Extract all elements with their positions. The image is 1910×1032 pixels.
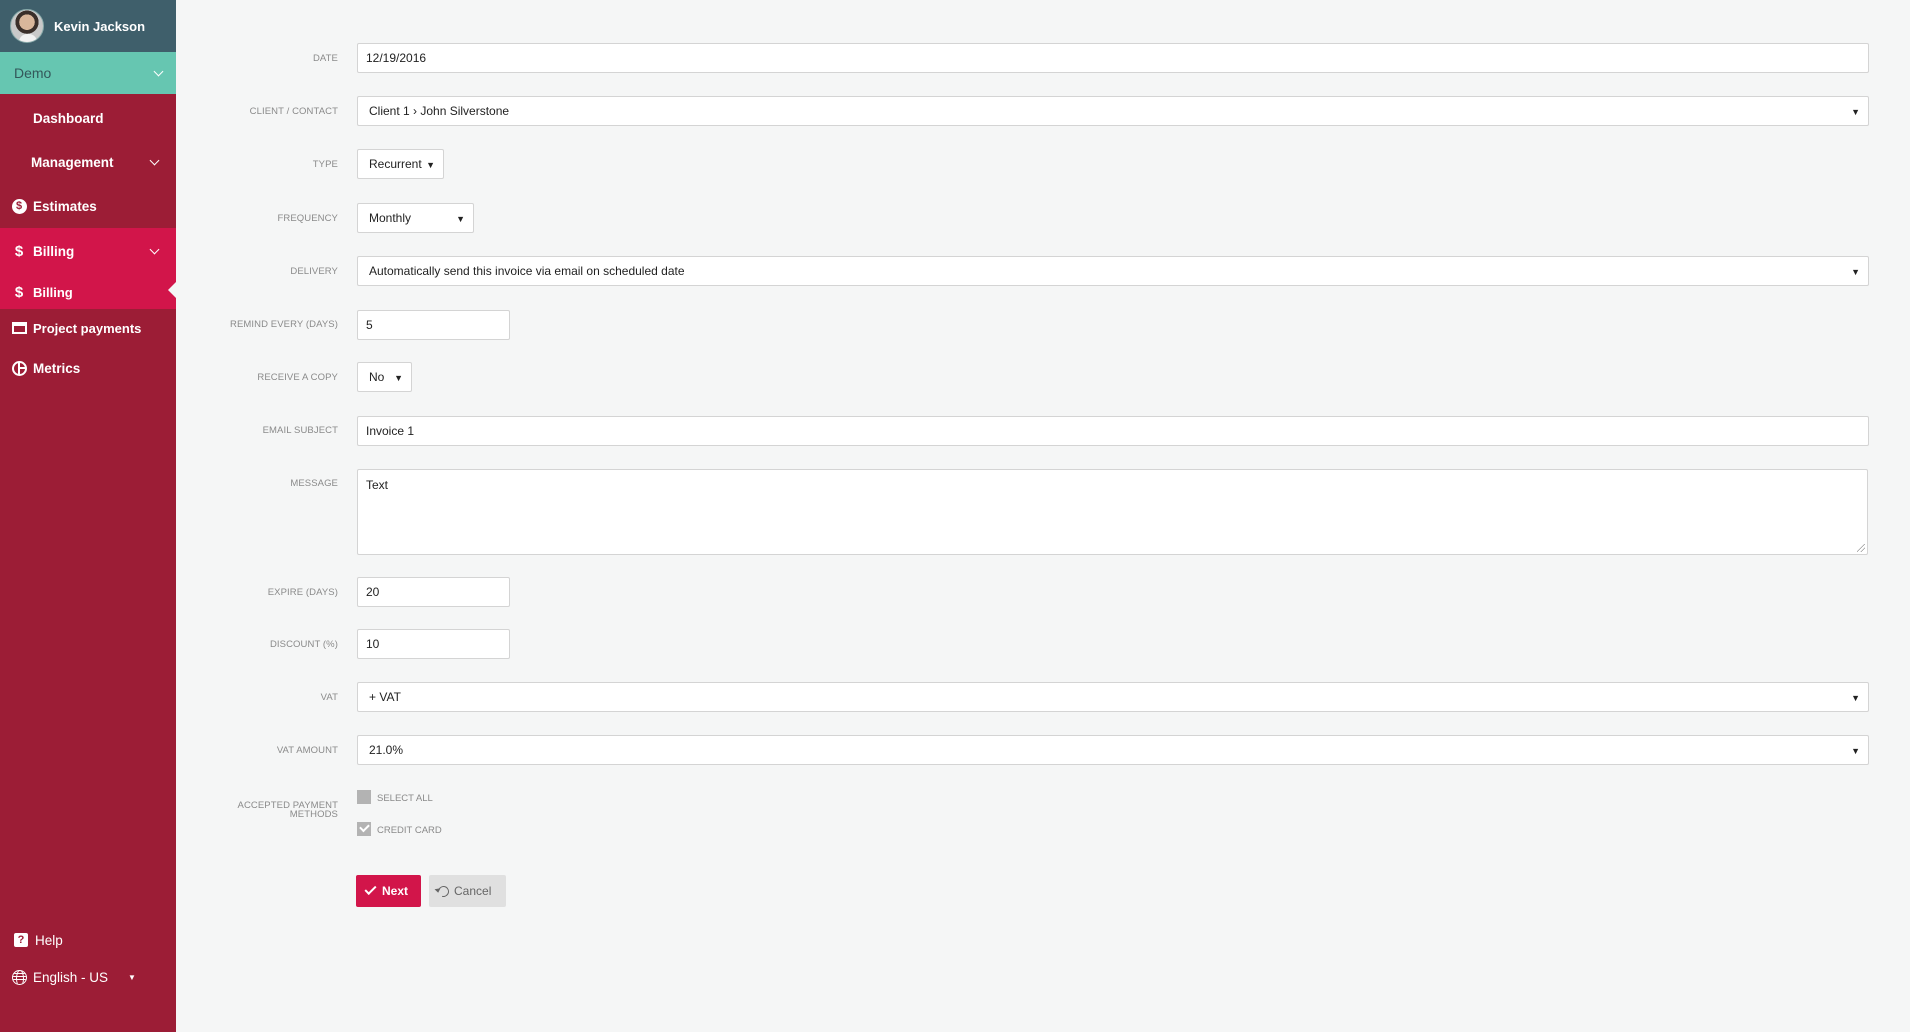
caret-down-icon: ▼ (456, 214, 465, 224)
undo-icon (435, 883, 452, 899)
vat-label: VAT (320, 692, 338, 703)
active-indicator (168, 282, 176, 298)
sidebar-item-label: Billing (33, 243, 75, 259)
remind-label: REMIND EVERY (DAYS) (229, 319, 338, 330)
chevron-down-icon (153, 66, 164, 76)
date-input[interactable]: 12/19/2016 (357, 43, 1869, 73)
type-label: TYPE (312, 159, 338, 170)
sidebar-item-label: Billing (33, 284, 73, 300)
caret-down-icon: ▼ (1851, 693, 1860, 703)
vat-select[interactable]: + VAT ▼ (357, 682, 1869, 712)
email-subject-input[interactable]: Invoice 1 (357, 416, 1869, 446)
sidebar-subitem-billing[interactable]: $ Billing (0, 280, 176, 304)
frequency-label: FREQUENCY (277, 213, 338, 224)
select-all-label[interactable]: SELECT ALL (377, 793, 433, 804)
avatar (10, 9, 44, 43)
sidebar-item-management[interactable]: Management (0, 150, 176, 174)
sidebar-item-metrics[interactable]: Metrics (0, 356, 176, 380)
dashboard-icon (11, 110, 27, 126)
payment-methods-label-2: METHODS (289, 809, 338, 820)
sidebar-item-estimates[interactable]: $ Estimates (0, 194, 176, 218)
sidebar-item-project-payments[interactable]: Project payments (0, 316, 176, 340)
sidebar-item-label: Estimates (33, 198, 97, 214)
delivery-select[interactable]: Automatically send this invoice via emai… (357, 256, 1869, 286)
resize-handle-icon[interactable] (1857, 544, 1865, 552)
dollar-icon: $ (14, 242, 24, 260)
expire-label: EXPIRE (DAYS) (267, 587, 338, 598)
workspace-selector[interactable]: Demo (0, 52, 176, 94)
caret-down-icon: ▼ (1851, 746, 1860, 756)
sidebar-item-label: Dashboard (33, 110, 104, 126)
caret-down-icon: ▼ (394, 373, 403, 383)
user-name: Kevin Jackson (54, 18, 146, 34)
caret-down-icon: ▼ (426, 160, 435, 170)
cancel-button[interactable]: Cancel (429, 875, 506, 907)
client-label: CLIENT / CONTACT (249, 106, 338, 117)
discount-input[interactable]: 10 (357, 629, 510, 659)
frequency-select[interactable]: Monthly ▼ (357, 203, 474, 233)
sidebar-item-label: Metrics (33, 360, 81, 376)
workspace-label: Demo (14, 65, 52, 81)
language-selector[interactable]: English - US ▼ (0, 965, 176, 989)
vat-amount-select[interactable]: 21.0% ▼ (357, 735, 1869, 765)
sidebar-item-label: Management (31, 154, 114, 170)
vat-amount-label: VAT AMOUNT (276, 745, 338, 756)
pie-chart-icon (11, 360, 27, 376)
select-all-checkbox[interactable] (357, 790, 371, 804)
user-header[interactable]: Kevin Jackson (0, 0, 176, 52)
credit-card-label[interactable]: CREDIT CARD (377, 825, 442, 836)
help-link[interactable]: ? Help (0, 928, 176, 952)
credit-card-icon (11, 322, 27, 334)
next-button[interactable]: Next (356, 875, 421, 907)
message-textarea[interactable]: Text (357, 469, 1868, 555)
message-label: MESSAGE (290, 478, 338, 489)
receive-copy-label: RECEIVE A COPY (257, 372, 338, 383)
sidebar-item-billing[interactable]: $ Billing (0, 239, 176, 263)
caret-down-icon: ▼ (1851, 107, 1860, 117)
type-select[interactable]: Recurrent ▼ (357, 149, 444, 179)
chevron-down-icon (149, 244, 160, 254)
email-subject-label: EMAIL SUBJECT (262, 425, 338, 436)
expire-days-input[interactable]: 20 (357, 577, 510, 607)
discount-label: DISCOUNT (%) (269, 639, 338, 650)
dollar-coin-icon: $ (11, 198, 27, 214)
dollar-icon: $ (14, 283, 24, 301)
client-select[interactable]: Client 1 › John Silverstone ▼ (357, 96, 1869, 126)
sidebar: Kevin Jackson Demo Dashboard Management … (0, 0, 176, 1032)
caret-down-icon: ▼ (128, 972, 136, 982)
remind-days-input[interactable]: 5 (357, 310, 510, 340)
globe-icon (11, 969, 27, 985)
credit-card-checkbox[interactable] (357, 822, 371, 836)
check-icon (364, 882, 377, 896)
help-icon: ? (14, 933, 28, 947)
sidebar-item-dashboard[interactable]: Dashboard (0, 106, 176, 130)
caret-down-icon: ▼ (1851, 267, 1860, 277)
receive-copy-select[interactable]: No ▼ (357, 362, 412, 392)
help-label: Help (35, 932, 63, 948)
chevron-down-icon (149, 155, 160, 165)
sidebar-item-label: Project payments (33, 320, 142, 336)
delivery-label: DELIVERY (290, 266, 338, 277)
date-label: DATE (312, 53, 338, 64)
language-label: English - US (33, 969, 109, 985)
